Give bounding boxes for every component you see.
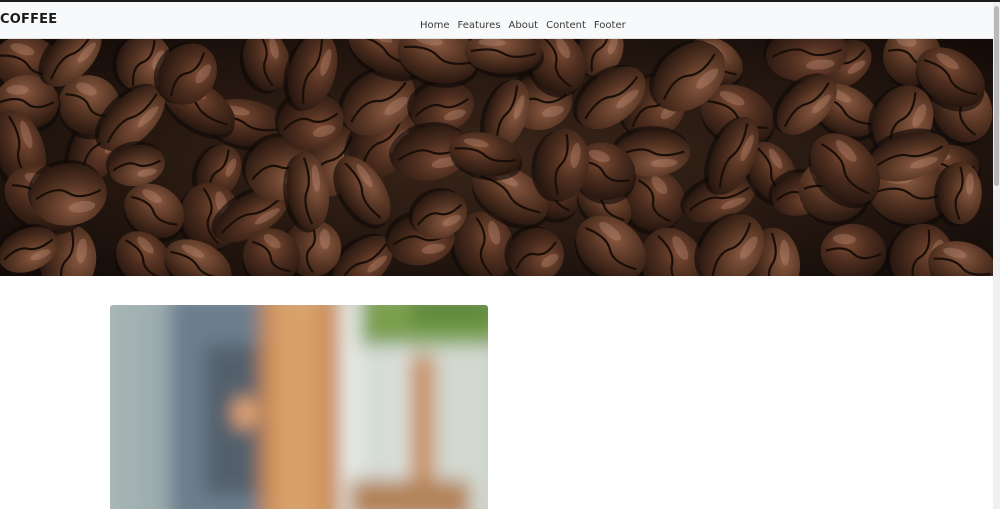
blurred-cafe-illustration <box>110 305 488 509</box>
nav-item-home: Home <box>420 13 450 33</box>
hero-coffee-beans-image <box>0 39 993 276</box>
page: COFFEE Home Features About Content Foote… <box>0 0 1000 509</box>
brand-logo[interactable]: COFFEE <box>0 12 57 27</box>
nav-link-features[interactable]: Features <box>458 20 501 31</box>
coffee-bean <box>820 223 889 276</box>
card-blurred-cafe-image <box>110 305 488 509</box>
nav-item-footer: Footer <box>594 13 626 33</box>
scrollbar-thumb[interactable] <box>994 6 999 186</box>
coffee-beans-illustration <box>0 39 993 276</box>
nav-links: Home Features About Content Footer <box>420 13 626 33</box>
nav-link-home[interactable]: Home <box>420 20 450 31</box>
nav-item-features: Features <box>458 13 501 33</box>
nav-link-content[interactable]: Content <box>546 20 586 31</box>
page-scrollbar[interactable] <box>993 2 1000 509</box>
nav-link-footer[interactable]: Footer <box>594 20 626 31</box>
nav-item-about: About <box>509 13 539 33</box>
nav-item-content: Content <box>546 13 586 33</box>
nav-link-about[interactable]: About <box>509 20 539 31</box>
navbar: COFFEE Home Features About Content Foote… <box>0 2 993 39</box>
